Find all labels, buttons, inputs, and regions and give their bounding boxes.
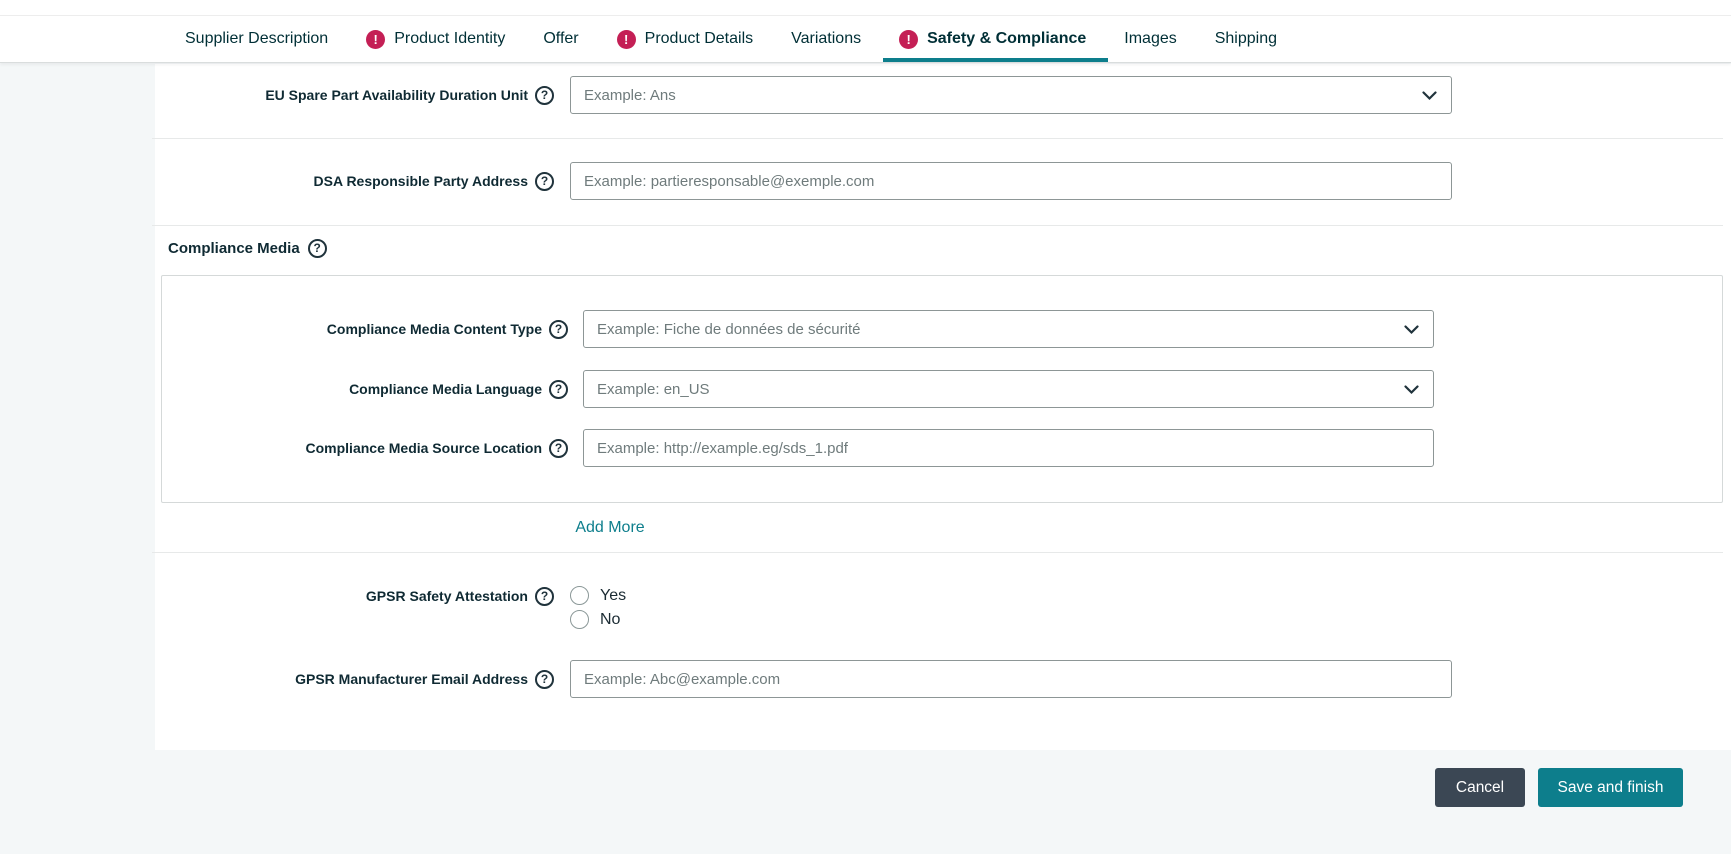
field-label-text: EU Spare Part Availability Duration Unit <box>265 87 528 103</box>
help-icon[interactable]: ? <box>535 172 554 191</box>
gpsr-email-input[interactable] <box>570 660 1452 698</box>
field-label-text: GPSR Safety Attestation <box>366 588 528 604</box>
field-label-text: DSA Responsible Party Address <box>314 173 528 189</box>
cancel-button[interactable]: Cancel <box>1435 768 1525 807</box>
cm-source-location-input[interactable] <box>583 429 1434 467</box>
compliance-media-section-header: Compliance Media ? <box>168 237 327 259</box>
tab-product-identity[interactable]: ! Product Identity <box>366 16 505 62</box>
radio-option-yes[interactable]: Yes <box>570 585 626 606</box>
tab-safety-and-compliance[interactable]: ! Safety & Compliance <box>899 16 1086 62</box>
cm-content-type-select[interactable]: Example: Fiche de données de sécurité <box>583 310 1434 348</box>
field-label-dsa-address: DSA Responsible Party Address ? <box>180 162 554 200</box>
tab-shipping[interactable]: Shipping <box>1215 16 1277 62</box>
tab-bar: Supplier Description ! Product Identity … <box>0 0 1731 63</box>
help-icon[interactable]: ? <box>549 320 568 339</box>
select-placeholder: Example: Fiche de données de sécurité <box>597 321 861 338</box>
active-tab-underline <box>883 58 1108 62</box>
tab-supplier-description[interactable]: Supplier Description <box>185 16 328 62</box>
add-more-link[interactable]: Add More <box>520 516 700 540</box>
field-label-cm-language: Compliance Media Language ? <box>200 370 568 408</box>
tab-label: Product Identity <box>394 30 505 48</box>
tab-offer[interactable]: Offer <box>543 16 578 62</box>
help-icon[interactable]: ? <box>549 439 568 458</box>
tab-label: Offer <box>543 30 578 48</box>
tab-label: Safety & Compliance <box>927 30 1086 48</box>
chevron-down-icon <box>1404 385 1419 395</box>
error-icon: ! <box>366 30 385 49</box>
field-label-text: Compliance Media Source Location <box>306 440 543 456</box>
section-title: Compliance Media <box>168 240 300 257</box>
help-icon[interactable]: ? <box>535 670 554 689</box>
row-divider <box>152 552 1723 553</box>
help-icon[interactable]: ? <box>549 380 568 399</box>
select-placeholder: Example: en_US <box>597 381 710 398</box>
row-divider <box>152 225 1723 226</box>
field-label-eu-spare-part-unit: EU Spare Part Availability Duration Unit… <box>180 76 554 114</box>
help-icon[interactable]: ? <box>308 239 327 258</box>
field-label-gpsr-email: GPSR Manufacturer Email Address ? <box>180 660 554 698</box>
tab-variations[interactable]: Variations <box>791 16 861 62</box>
tab-label: Supplier Description <box>185 30 328 48</box>
radio-circle-icon[interactable] <box>570 586 589 605</box>
row-divider <box>152 138 1723 139</box>
tab-product-details[interactable]: ! Product Details <box>617 16 754 62</box>
error-icon: ! <box>899 30 918 49</box>
tab-label: Shipping <box>1215 30 1277 48</box>
tab-label: Product Details <box>645 30 754 48</box>
tabs-container: Supplier Description ! Product Identity … <box>185 16 1277 62</box>
radio-label: No <box>600 611 620 629</box>
save-and-finish-button[interactable]: Save and finish <box>1538 768 1683 807</box>
help-icon[interactable]: ? <box>535 587 554 606</box>
error-icon: ! <box>617 30 636 49</box>
gpsr-attestation-radio-group: Yes No <box>570 585 626 630</box>
tab-images[interactable]: Images <box>1124 16 1176 62</box>
field-label-text: GPSR Manufacturer Email Address <box>295 671 528 687</box>
field-label-cm-content-type: Compliance Media Content Type ? <box>200 310 568 348</box>
field-label-gpsr-attestation: GPSR Safety Attestation ? <box>180 577 554 615</box>
radio-circle-icon[interactable] <box>570 610 589 629</box>
tab-label: Variations <box>791 30 861 48</box>
tab-label: Images <box>1124 30 1176 48</box>
select-placeholder: Example: Ans <box>584 87 676 104</box>
eu-spare-part-unit-select[interactable]: Example: Ans <box>570 76 1452 114</box>
field-label-text: Compliance Media Language <box>349 381 542 397</box>
cm-language-select[interactable]: Example: en_US <box>583 370 1434 408</box>
field-label-cm-source-location: Compliance Media Source Location ? <box>200 429 568 467</box>
chevron-down-icon <box>1422 91 1437 101</box>
chevron-down-icon <box>1404 325 1419 335</box>
help-icon[interactable]: ? <box>535 86 554 105</box>
dsa-address-input[interactable] <box>570 162 1452 200</box>
radio-option-no[interactable]: No <box>570 609 626 630</box>
field-label-text: Compliance Media Content Type <box>327 321 542 337</box>
radio-label: Yes <box>600 587 626 605</box>
